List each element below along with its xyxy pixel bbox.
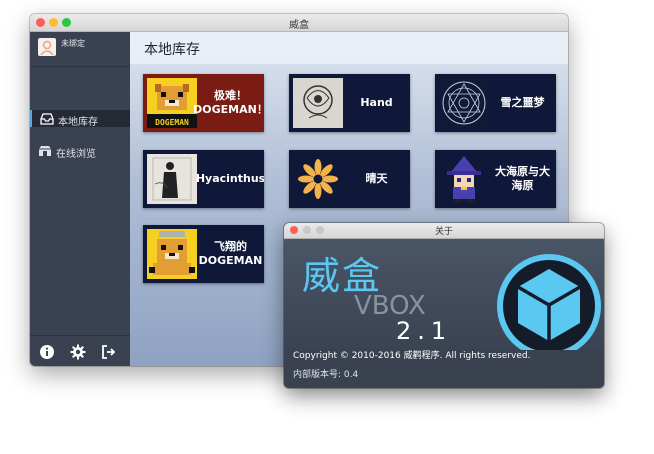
about-title-bar[interactable]: 关于 [284, 223, 604, 239]
game-tile[interactable]: Hyacinthus [143, 150, 264, 208]
version-number: 2.1 [396, 317, 453, 345]
window-title: 威盒 [289, 20, 309, 31]
game-thumbnail [293, 78, 343, 128]
about-info: Copyright © 2010-2016 威鹳程序. All rights r… [284, 350, 604, 388]
about-title: 关于 [434, 227, 453, 237]
game-tile[interactable]: Hand [289, 74, 410, 132]
info-icon[interactable] [39, 344, 55, 360]
sidebar-item-online-browse[interactable]: 在线浏览 [30, 142, 130, 160]
page-title: 本地库存 [144, 42, 200, 58]
game-tile[interactable]: DOGEMAN 极难！DOGEMAN！ [143, 74, 264, 132]
game-thumbnail [147, 229, 197, 279]
sidebar-item-local-library[interactable]: 本地库存 [30, 110, 132, 128]
avatar[interactable] [38, 38, 56, 56]
store-icon [38, 145, 52, 157]
build-version-text: 内部版本号: 0.4 [293, 370, 359, 380]
game-title: Hand [360, 96, 393, 109]
sidebar-toolbar [30, 335, 130, 366]
about-banner: 威盒 VBOX 2.1 [284, 239, 604, 358]
title-bar[interactable]: 威盒 [30, 14, 568, 32]
user-name: 未绑定 [61, 39, 85, 48]
copyright-text: Copyright © 2010-2016 威鹳程序. All rights r… [293, 351, 531, 361]
game-title: Hyacinthus [195, 172, 264, 185]
game-title: 大海原与大海原 [495, 165, 550, 192]
vbox-logo-icon [494, 251, 604, 361]
game-tile[interactable]: 雪之噩梦 [435, 74, 556, 132]
game-title: 飞翔的DOGEMAN [198, 240, 263, 267]
game-thumbnail [439, 78, 489, 128]
sidebar-item-label: 在线浏览 [56, 149, 96, 160]
game-thumbnail [293, 154, 343, 204]
game-thumbnail [147, 154, 197, 204]
game-title: 晴天 [365, 172, 388, 185]
game-tile[interactable]: 大海原与大海原 [435, 150, 556, 208]
inbox-icon [40, 113, 54, 125]
game-title: 极难！DOGEMAN！ [193, 89, 264, 116]
gear-icon[interactable] [70, 344, 86, 360]
svg-text:DOGEMAN: DOGEMAN [155, 118, 189, 127]
sidebar-item-label: 本地库存 [58, 117, 98, 128]
game-thumbnail [439, 154, 489, 204]
user-panel[interactable]: 未绑定 [30, 32, 130, 67]
page-header: 本地库存 [130, 32, 568, 64]
sidebar: 未绑定 本地库存 在线浏览 [30, 32, 132, 366]
game-thumbnail: DOGEMAN [147, 78, 197, 128]
game-tile[interactable]: 晴天 [289, 150, 410, 208]
about-dialog: 关于 威盒 VBOX 2.1 Copyright © 2010-2016 威鹳程… [284, 223, 604, 388]
logout-icon[interactable] [101, 344, 117, 360]
game-tile[interactable]: 飞翔的DOGEMAN [143, 225, 264, 283]
game-title: 雪之噩梦 [500, 96, 545, 109]
